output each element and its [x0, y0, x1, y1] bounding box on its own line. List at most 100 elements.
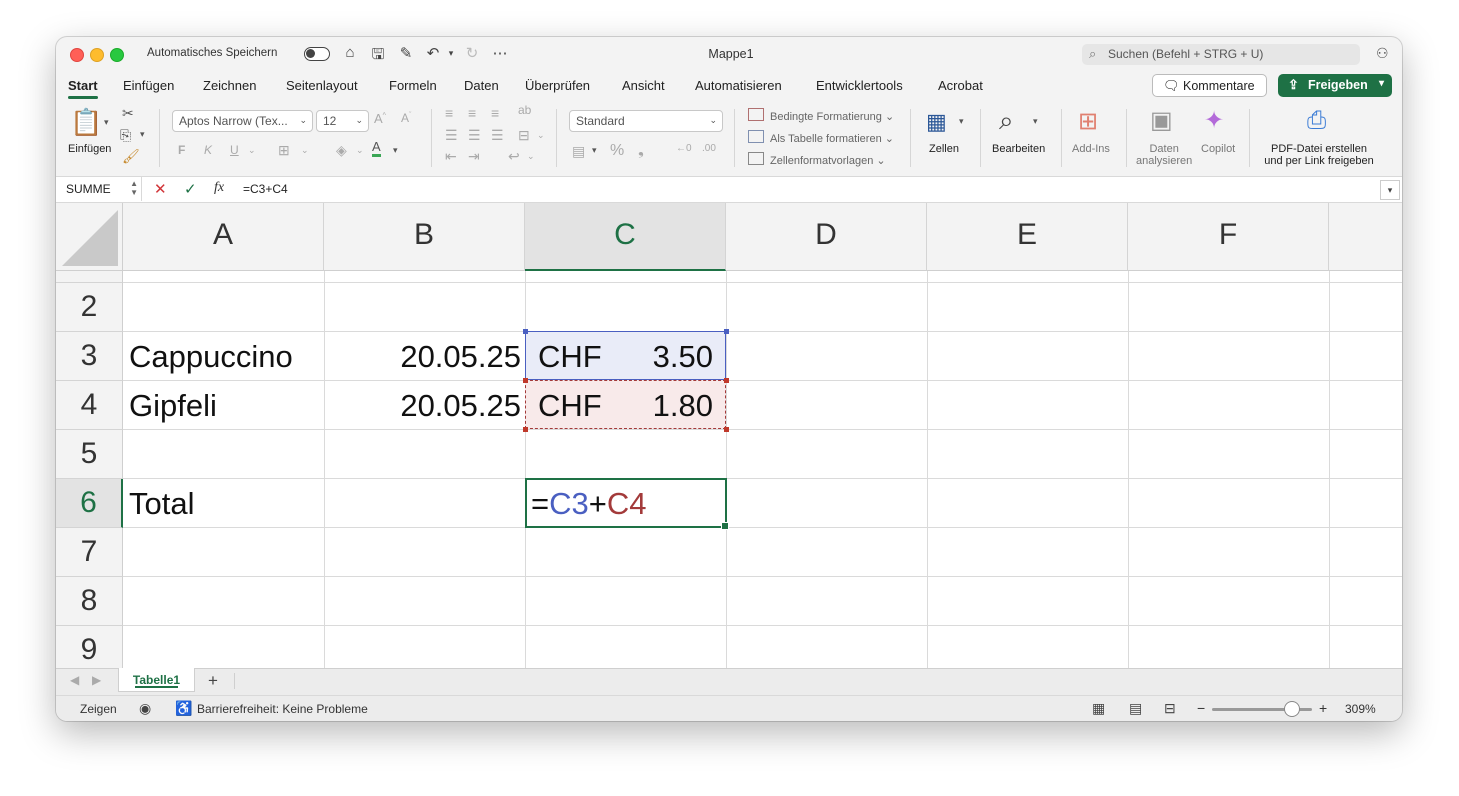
cell-a6[interactable]: Total — [129, 486, 194, 522]
row-header-7[interactable]: 7 — [56, 528, 123, 577]
search-box[interactable]: ⌕ Suchen (Befehl + STRG + U) — [1082, 44, 1360, 65]
currency-icon[interactable]: ▤ — [572, 143, 585, 160]
zoom-level[interactable]: 309% — [1345, 702, 1376, 716]
italic-button[interactable]: K — [204, 143, 212, 157]
next-sheet-icon[interactable]: ▶ — [92, 673, 101, 687]
cell-b3[interactable]: 20.05.25 — [328, 339, 521, 375]
fill-handle[interactable] — [721, 522, 729, 530]
cell-c3-value[interactable]: 3.50 — [616, 339, 713, 375]
align-center-icon[interactable]: ☰ — [468, 127, 481, 144]
cancel-formula-icon[interactable]: ✕ — [154, 180, 167, 198]
borders-dropdown-icon[interactable]: ⌄ — [301, 145, 309, 156]
align-right-icon[interactable]: ☰ — [491, 127, 504, 144]
analyze-data-icon[interactable]: ▣ — [1150, 106, 1173, 135]
row-header-1-partial[interactable] — [56, 271, 123, 283]
analyze-data-label[interactable]: Daten analysieren — [1136, 143, 1192, 167]
decrease-font-icon[interactable]: Aˇ — [401, 111, 411, 125]
column-header-g-partial[interactable] — [1329, 203, 1402, 271]
cell-c6-formula[interactable]: =C3+C4 — [531, 486, 647, 522]
row-header-9[interactable]: 9 — [56, 626, 123, 668]
add-sheet-button[interactable]: + — [208, 671, 218, 691]
tab-zeichnen[interactable]: Zeichnen — [203, 78, 256, 93]
align-top-icon[interactable]: ≡ — [445, 105, 453, 121]
cell-b4[interactable]: 20.05.25 — [328, 388, 521, 424]
column-header-d[interactable]: D — [726, 203, 927, 271]
zoom-out-button[interactable]: − — [1197, 700, 1205, 716]
tab-ansicht[interactable]: Ansicht — [622, 78, 665, 93]
wrap-dropdown-icon[interactable]: ⌄ — [527, 151, 535, 162]
merge-icon[interactable]: ⊟ — [518, 127, 530, 144]
magnifier-icon[interactable]: ⌕ — [999, 105, 1014, 137]
tab-entwicklertools[interactable]: Entwicklertools — [816, 78, 903, 93]
column-header-f[interactable]: F — [1128, 203, 1329, 271]
undo-icon[interactable]: ↶ — [423, 44, 443, 62]
format-as-table-button[interactable]: Als Tabelle formatieren ⌄ — [748, 130, 894, 145]
column-header-e[interactable]: E — [927, 203, 1128, 271]
name-box[interactable]: SUMME ▲ ▼ — [56, 177, 142, 201]
align-bottom-icon[interactable]: ≡ — [491, 105, 499, 121]
share-button[interactable]: ⇪ Freigeben ▾ — [1278, 74, 1392, 97]
percent-icon[interactable]: % — [610, 142, 624, 160]
reference-handle[interactable] — [523, 378, 528, 383]
name-box-stepper-icon[interactable]: ▲ ▼ — [130, 179, 138, 197]
insert-function-icon[interactable]: fx — [214, 180, 224, 196]
increase-indent-icon[interactable]: ⇥ — [468, 148, 480, 165]
add-ins-icon[interactable]: ⊞ — [1078, 107, 1098, 136]
confirm-formula-icon[interactable]: ✓ — [184, 180, 197, 198]
tab-seitenlayout[interactable]: Seitenlayout — [286, 78, 358, 93]
select-all-corner[interactable] — [56, 203, 123, 271]
comments-button[interactable]: 🗨 Kommentare — [1152, 74, 1267, 97]
edit-dropdown-icon[interactable]: ▾ — [1033, 116, 1038, 127]
font-color-dropdown-icon[interactable]: ▾ — [393, 145, 398, 156]
decrease-indent-icon[interactable]: ⇤ — [445, 148, 457, 165]
reference-handle[interactable] — [724, 329, 729, 334]
zoom-window-button[interactable] — [110, 48, 124, 62]
minimize-window-button[interactable] — [90, 48, 104, 62]
copy-dropdown-icon[interactable]: ▾ — [140, 129, 145, 140]
sheet-tab-tabelle1[interactable]: Tabelle1 — [118, 668, 195, 692]
page-layout-view-icon[interactable]: ▤ — [1129, 700, 1142, 717]
row-header-5[interactable]: 5 — [56, 430, 123, 479]
share-people-icon[interactable]: ⚇ — [1376, 45, 1389, 62]
close-window-button[interactable] — [70, 48, 84, 62]
edit-label[interactable]: Bearbeiten — [992, 143, 1045, 155]
page-break-view-icon[interactable]: ⊟ — [1164, 700, 1176, 717]
column-header-a[interactable]: A — [123, 203, 324, 271]
cut-icon[interactable]: ✂ — [122, 105, 134, 122]
save-icon[interactable]: 🖫 — [368, 44, 388, 69]
decrease-decimal-icon[interactable]: .00 — [702, 143, 716, 154]
currency-dropdown-icon[interactable]: ▾ — [592, 145, 597, 156]
tab-einfuegen[interactable]: Einfügen — [123, 78, 174, 93]
normal-view-icon[interactable]: ▦ — [1092, 700, 1105, 717]
add-ins-label[interactable]: Add-Ins — [1072, 143, 1110, 155]
column-header-c[interactable]: C — [525, 203, 726, 271]
format-painter-icon[interactable]: 🖌 — [122, 148, 140, 165]
wrap-text-icon[interactable]: ↩ — [508, 148, 520, 165]
increase-decimal-icon[interactable]: ←0 — [676, 143, 692, 154]
cell-a4[interactable]: Gipfeli — [129, 388, 217, 424]
copilot-label[interactable]: Copilot — [1201, 143, 1235, 155]
underline-dropdown-icon[interactable]: ⌄ — [248, 145, 256, 156]
conditional-formatting-button[interactable]: Bedingte Formatierung ⌄ — [748, 108, 894, 123]
cells-icon[interactable]: ▦ — [926, 109, 947, 135]
tab-start[interactable]: Start — [68, 78, 98, 99]
font-color-icon[interactable]: A — [372, 140, 381, 157]
tab-formeln[interactable]: Formeln — [389, 78, 437, 93]
cell-c4-value[interactable]: 1.80 — [616, 388, 713, 424]
tab-automatisieren[interactable]: Automatisieren — [695, 78, 782, 93]
paste-icon[interactable]: 📋 — [70, 107, 102, 138]
underline-button[interactable]: U — [230, 143, 239, 157]
tab-ueberpruefen[interactable]: Überprüfen — [525, 78, 590, 93]
home-icon[interactable]: ⌂ — [340, 44, 360, 61]
fill-color-icon[interactable]: ◈ — [336, 142, 347, 159]
row-header-6[interactable]: 6 — [56, 479, 123, 528]
paste-dropdown-icon[interactable]: ▾ — [104, 117, 109, 128]
cell-styles-button[interactable]: Zellenformatvorlagen ⌄ — [748, 152, 886, 167]
zoom-slider-knob[interactable] — [1284, 701, 1300, 717]
row-header-3[interactable]: 3 — [56, 332, 123, 381]
cell-a3[interactable]: Cappuccino — [129, 339, 293, 375]
borders-icon[interactable]: ⊞ — [278, 142, 290, 159]
worksheet-grid[interactable]: A B C D E F 2 3 4 5 6 7 8 9 Cappuccino 2… — [56, 203, 1402, 668]
copy-icon[interactable]: ⎘ — [120, 127, 131, 144]
thousands-icon[interactable]: ❟ — [638, 142, 644, 159]
